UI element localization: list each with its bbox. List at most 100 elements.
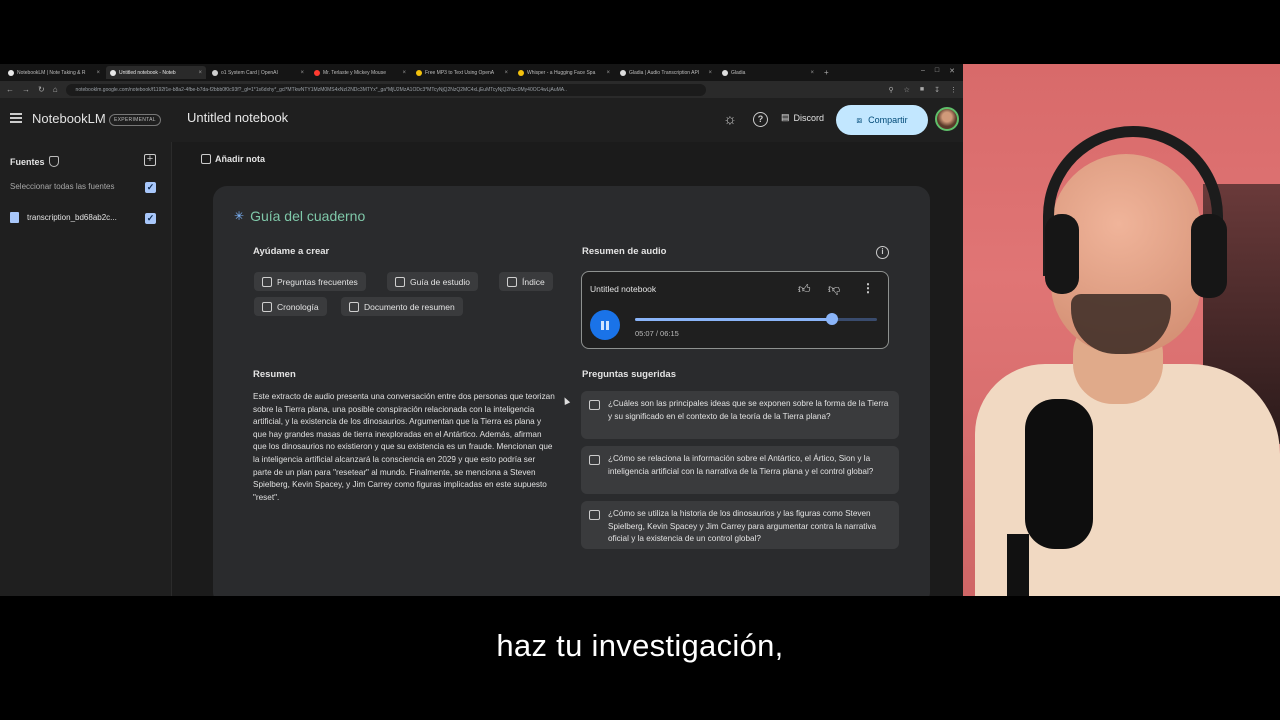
progress-slider[interactable] — [635, 313, 877, 325]
suggested-questions-label: Preguntas sugeridas — [582, 369, 676, 380]
tab-close-icon[interactable]: × — [708, 70, 712, 76]
notebook-guide-card: ✳ Guía del cuaderno Ayúdame a crear Preg… — [213, 186, 930, 596]
app-logo[interactable]: NotebookLM — [32, 111, 106, 126]
reload-icon[interactable]: ↻ — [38, 85, 45, 94]
question-icon — [589, 455, 600, 465]
browser-tab[interactable]: Mr. Terlaste y Mickey Mouse × — [310, 66, 410, 79]
thumbs-down-icon[interactable]: 👎︎ — [828, 282, 840, 297]
new-tab-icon[interactable]: + — [824, 68, 829, 77]
guide-title-text: Guía del cuaderno — [250, 208, 366, 224]
tab-close-icon[interactable]: × — [300, 70, 304, 76]
notebook-main: Añadir nota ✳ Guía del cuaderno Ayúdame … — [172, 142, 963, 596]
sources-title: Fuentes — [10, 156, 59, 167]
tab-favicon-icon — [314, 69, 320, 76]
tab-close-icon[interactable]: × — [96, 70, 100, 76]
summary-text: Este extracto de audio presenta una conv… — [253, 392, 555, 502]
add-note-label: Añadir nota — [215, 154, 266, 164]
suggested-question[interactable]: ¿Cuáles son las principales ideas que se… — [581, 391, 899, 439]
browser-tab[interactable]: Untitled notebook - Noteb × — [106, 66, 206, 79]
doc-icon — [507, 276, 517, 287]
close-icon[interactable]: ✕ — [949, 67, 955, 75]
notebook-title[interactable]: Untitled notebook — [187, 110, 288, 125]
chip-label: Guía de estudio — [410, 276, 471, 287]
help-icon[interactable]: ? — [753, 112, 768, 127]
share-icon: ⧈ — [856, 114, 863, 125]
star-icon[interactable]: ☆ — [904, 86, 910, 94]
more-icon[interactable]: ⋮ — [862, 281, 874, 295]
minimize-icon[interactable]: – — [921, 67, 925, 75]
browser-window: NotebookLM | Note Taking & R × Untitled no… — [0, 64, 963, 596]
question-icon — [589, 400, 600, 410]
tab-close-icon[interactable]: × — [198, 70, 202, 76]
browser-tab[interactable]: Whisper - a Hugging Face Spa × — [514, 66, 614, 79]
back-icon[interactable]: ← — [6, 85, 14, 94]
chip-timeline[interactable]: Cronología — [254, 297, 327, 316]
search-icon[interactable]: ⚲ — [888, 86, 893, 94]
chip-faq[interactable]: Preguntas frecuentes — [254, 272, 366, 291]
url-input[interactable]: notebooklm.google.com/notebook/f1192f1e-… — [65, 83, 706, 96]
tab-favicon-icon — [416, 69, 422, 76]
discord-link[interactable]: ▤ Discord — [781, 112, 824, 123]
suggested-question[interactable]: ¿Cómo se relaciona la información sobre … — [581, 446, 899, 494]
browser-tab[interactable]: NotebookLM | Note Taking & R × — [4, 66, 104, 79]
doc-icon — [395, 276, 405, 287]
chip-label: Cronología — [277, 301, 319, 312]
sources-label: Fuentes — [10, 156, 45, 167]
headphone-cup-right — [1191, 214, 1227, 298]
chip-study-guide[interactable]: Guía de estudio — [387, 272, 479, 291]
select-all-label[interactable]: Seleccionar todas las fuentes — [10, 182, 115, 191]
question-text: ¿Cómo se relaciona la información sobre … — [608, 454, 874, 476]
suggested-question[interactable]: ¿Cómo se utiliza la historia de los dino… — [581, 501, 899, 549]
info-icon[interactable]: i — [876, 246, 889, 259]
webcam-feed — [963, 64, 1280, 596]
source-checkbox[interactable]: ✓ — [145, 213, 156, 224]
home-icon[interactable]: ⌂ — [53, 85, 58, 94]
thumbs-up-icon[interactable]: 👍︎ — [798, 282, 811, 297]
progress-knob[interactable] — [826, 313, 839, 325]
extension-icon[interactable]: ■ — [920, 86, 924, 94]
menu-icon[interactable] — [10, 113, 22, 123]
browser-menu-icon[interactable]: ⋮ — [950, 86, 957, 94]
tab-title: Free MP3 to Text Using OpenA — [425, 69, 495, 76]
maximize-icon[interactable]: □ — [935, 67, 939, 75]
tab-title: Gladia | Audio Transcription API — [629, 69, 700, 76]
source-item-label: transcription_bd68ab2c... — [27, 213, 117, 222]
browser-tab[interactable]: o1 System Card | OpenAI × — [208, 66, 308, 79]
question-icon — [589, 510, 600, 520]
avatar[interactable] — [935, 107, 959, 131]
add-source-icon[interactable]: + — [144, 154, 156, 166]
tab-close-icon[interactable]: × — [402, 70, 406, 76]
download-icon[interactable]: ↧ — [934, 86, 940, 94]
theme-toggle-icon[interactable]: ☼ — [722, 112, 738, 128]
add-note-button[interactable]: Añadir nota — [201, 154, 265, 164]
video-frame: NotebookLM | Note Taking & R × Untitled no… — [0, 0, 1280, 720]
browser-tab[interactable]: Gladia × — [718, 66, 818, 79]
source-item[interactable]: transcription_bd68ab2c... — [10, 212, 117, 223]
pause-button[interactable] — [590, 310, 620, 340]
browser-tab[interactable]: Free MP3 to Text Using OpenA × — [412, 66, 512, 79]
app-header: NotebookLM EXPERIMENTAL Untitled noteboo… — [0, 98, 963, 142]
forward-icon[interactable]: → — [22, 85, 30, 94]
tab-close-icon[interactable]: × — [606, 70, 610, 76]
document-icon — [10, 212, 19, 223]
chip-label: Documento de resumen — [364, 301, 455, 312]
chip-briefing-doc[interactable]: Documento de resumen — [341, 297, 463, 316]
question-text: ¿Cuáles son las principales ideas que se… — [608, 399, 889, 421]
tab-title: Mr. Terlaste y Mickey Mouse — [323, 69, 386, 76]
share-label: Compartir — [868, 115, 908, 125]
doc-icon — [262, 301, 272, 312]
tab-favicon-icon — [110, 69, 116, 76]
select-all-checkbox[interactable]: ✓ — [145, 182, 156, 193]
share-button[interactable]: ⧈ Compartir — [836, 105, 928, 135]
browser-tab[interactable]: Gladia | Audio Transcription API × — [616, 66, 716, 79]
chip-label: Índice — [522, 276, 545, 287]
tab-close-icon[interactable]: × — [504, 70, 508, 76]
summary-label: Resumen — [253, 369, 296, 380]
chip-index[interactable]: Índice — [499, 272, 553, 291]
sparkle-icon: ✳ — [234, 209, 245, 223]
headphone-cup-left — [1045, 214, 1079, 294]
shield-icon — [48, 156, 59, 167]
tab-close-icon[interactable]: × — [810, 70, 814, 76]
tab-title: NotebookLM | Note Taking & R — [17, 69, 86, 76]
progress-fill — [635, 318, 833, 321]
